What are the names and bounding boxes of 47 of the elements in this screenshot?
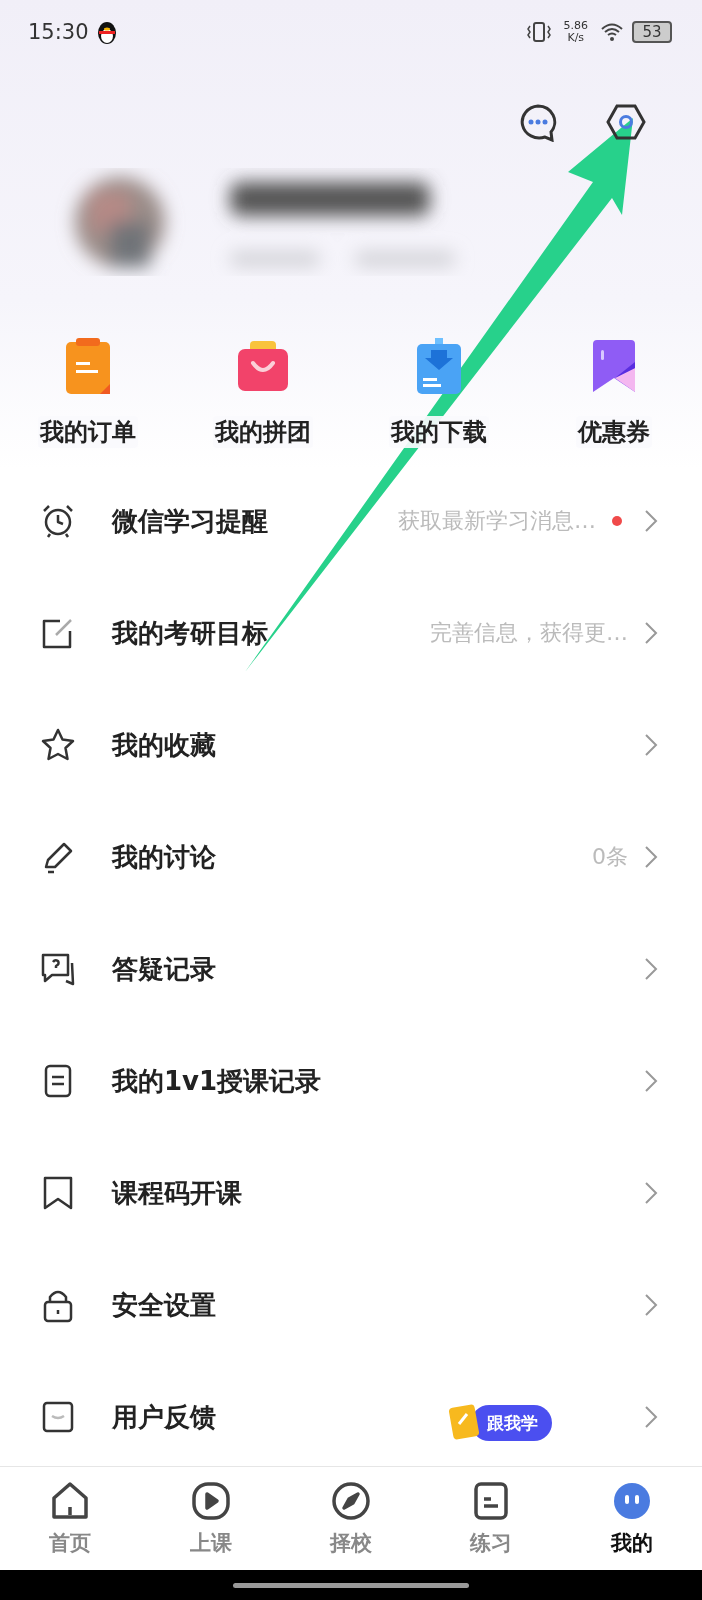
tab[interactable]: 择校: [280, 1467, 422, 1570]
menu-item[interactable]: 课程码开课: [112, 1175, 242, 1211]
star-icon: [40, 727, 76, 763]
menu-item[interactable]: 用户反馈: [112, 1399, 216, 1435]
play-icon: [190, 1480, 231, 1521]
menu-detail: 获取最新学习消息…: [398, 507, 596, 535]
download-icon[interactable]: [414, 336, 463, 396]
speed-unit: K/s: [567, 32, 585, 44]
menu-item[interactable]: 答疑记录: [112, 951, 216, 987]
question-chat-icon: [40, 951, 76, 987]
home-indicator[interactable]: [233, 1582, 469, 1588]
vibrate-icon: [525, 21, 552, 43]
home-icon: [50, 1480, 91, 1521]
network-speed: 5.86: [563, 20, 588, 32]
mascot-icon: [611, 1480, 652, 1521]
menu-item[interactable]: 我的1v1授课记录: [112, 1063, 322, 1099]
chevron-icon: [644, 1405, 658, 1429]
tab[interactable]: 我的: [561, 1467, 702, 1570]
menu-item[interactable]: 我的收藏: [112, 727, 216, 763]
shortcut-label[interactable]: 我的拼团: [213, 416, 314, 448]
chevron-icon: [644, 1181, 658, 1205]
chevron-icon: [644, 621, 658, 645]
battery-icon: 53: [632, 21, 672, 43]
chevron-icon: [644, 845, 658, 869]
chevron-icon: [644, 733, 658, 757]
message-icon: [40, 1399, 76, 1435]
compass-icon: [331, 1480, 371, 1521]
chevron-icon: [644, 509, 658, 533]
chevron-icon: [644, 957, 658, 981]
menu-item[interactable]: 我的讨论: [112, 839, 216, 875]
tab[interactable]: 首页: [0, 1467, 141, 1570]
settings-icon[interactable]: [606, 104, 646, 140]
chat-icon[interactable]: [518, 104, 558, 142]
tab[interactable]: 上课: [140, 1467, 281, 1570]
menu-detail: 完善信息，获得更…: [430, 619, 628, 647]
shortcut-label[interactable]: 我的订单: [37, 416, 138, 448]
menu-detail: 0条: [592, 843, 628, 871]
menu-item[interactable]: 我的考研目标: [112, 615, 268, 651]
shortcut-label[interactable]: 我的下载: [388, 416, 489, 448]
clipboard-icon[interactable]: [63, 336, 112, 396]
tab[interactable]: 练习: [421, 1467, 562, 1570]
chevron-icon: [644, 1069, 658, 1093]
menu-item[interactable]: 安全设置: [112, 1287, 216, 1323]
clock: 15:30: [28, 20, 89, 44]
chevron-icon: [644, 1293, 658, 1317]
menu-item[interactable]: 微信学习提醒: [112, 503, 268, 539]
shortcut-label[interactable]: 优惠券: [576, 416, 653, 448]
